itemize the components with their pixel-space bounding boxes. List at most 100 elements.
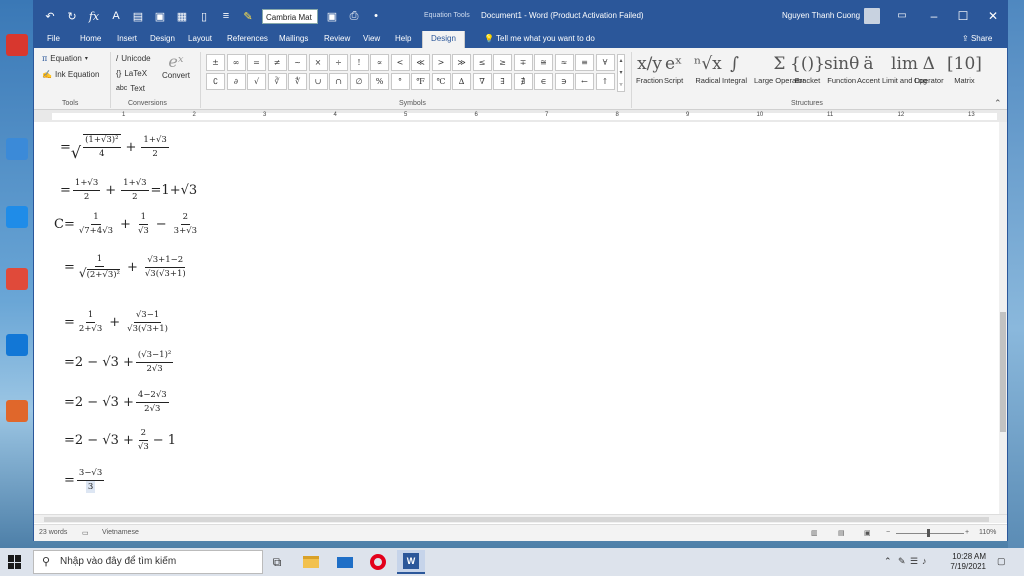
print-preview-icon[interactable]: ⎙ xyxy=(346,8,362,24)
tab-file[interactable]: File xyxy=(47,34,60,43)
symbol-button[interactable]: ± xyxy=(206,54,225,71)
symbol-button[interactable]: ≡ xyxy=(575,54,594,71)
horizontal-scrollbar[interactable] xyxy=(34,514,1007,523)
structure-integral-button[interactable]: ∫ Integral xyxy=(722,52,747,86)
symbol-button[interactable]: ℉ xyxy=(411,73,430,90)
close-button[interactable]: ✕ xyxy=(983,6,1003,26)
symbol-button[interactable]: ∜ xyxy=(288,73,307,90)
zoom-slider-thumb[interactable] xyxy=(927,529,930,537)
zoom-slider[interactable] xyxy=(896,533,964,534)
equation-line-3[interactable]: C= 1 √7+4√3 + 1 √3 − 2 3+√3 xyxy=(54,212,201,237)
symbol-button[interactable]: ÷ xyxy=(329,54,348,71)
network-icon[interactable]: ☰ xyxy=(910,556,918,567)
zoom-level[interactable]: 110% xyxy=(979,529,996,536)
symbol-button[interactable]: ≪ xyxy=(411,54,430,71)
equation-line-2[interactable]: = 1+√3 2 + 1+√3 2 =1+√3 xyxy=(60,178,197,203)
ribbon-display-icon[interactable]: ▭ xyxy=(892,6,912,26)
symbol-button[interactable]: ∁ xyxy=(206,73,225,90)
symbol-button[interactable]: ∈ xyxy=(534,73,553,90)
symbol-button[interactable]: ≅ xyxy=(534,54,553,71)
opera-icon[interactable] xyxy=(364,550,392,574)
align-icon[interactable]: ≡ xyxy=(218,8,234,24)
pen-icon[interactable]: ✎ xyxy=(898,556,906,567)
collapse-ribbon-icon[interactable]: ⌃ xyxy=(994,98,1002,109)
symbol-button[interactable]: ↑ xyxy=(595,73,615,90)
convert-button[interactable]: eˣ Convert xyxy=(162,52,190,80)
save-icon-2[interactable]: ▣ xyxy=(324,8,340,24)
symbol-button[interactable]: ∄ xyxy=(513,73,533,90)
symbol-button[interactable]: √ xyxy=(247,73,266,90)
equation-line-5[interactable]: = 1 2+√3 + √3−1 √3(√3+1) xyxy=(64,310,172,335)
desktop-icon-chrome[interactable] xyxy=(6,138,28,160)
equation-line-8[interactable]: =2 − √3 + 2 √3 − 1 xyxy=(64,428,176,453)
print-layout-icon[interactable]: ▤ xyxy=(838,529,845,537)
symbol-button[interactable]: ≠ xyxy=(267,54,287,71)
structure-fraction-button[interactable]: x/y Fraction xyxy=(636,52,663,86)
symbol-button[interactable]: ∛ xyxy=(267,73,287,90)
structure-accent-button[interactable]: ä Accent xyxy=(857,52,880,86)
symbol-button[interactable]: × xyxy=(308,54,328,71)
structure-matrix-button[interactable]: [10] Matrix xyxy=(947,52,982,86)
gallery-more-button[interactable]: ▴ ▾ ▿ xyxy=(617,54,625,92)
task-view-icon[interactable]: ⧉ xyxy=(263,550,291,574)
tab-view[interactable]: View xyxy=(363,34,380,43)
symbol-button[interactable]: ℃ xyxy=(431,73,451,90)
read-mode-icon[interactable]: ▥ xyxy=(811,529,818,537)
equation-line-4[interactable]: = 1 √(2+√3)² + √3+1−2 √3(√3+1) xyxy=(64,254,190,281)
symbol-button[interactable]: ≤ xyxy=(472,54,492,71)
tab-layout[interactable]: Layout xyxy=(188,34,212,43)
desktop-icon-app-2[interactable] xyxy=(6,400,28,422)
structure-bracket-button[interactable]: {()} Bracket xyxy=(790,52,825,86)
font-name-box[interactable]: Cambria Mat xyxy=(262,8,318,24)
horizontal-scroll-thumb[interactable] xyxy=(44,517,989,522)
latex-option[interactable]: {} LaTeX xyxy=(116,69,147,78)
symbol-button[interactable]: ≫ xyxy=(452,54,471,71)
taskbar-search-input[interactable]: ⚲ Nhập vào đây để tìm kiếm xyxy=(33,550,263,574)
tab-references[interactable]: References xyxy=(227,34,268,43)
tab-design[interactable]: Design xyxy=(150,34,175,43)
mail-icon[interactable] xyxy=(331,550,359,574)
volume-icon[interactable]: ♪ xyxy=(922,556,927,566)
minimize-button[interactable]: – xyxy=(924,6,944,26)
equation-line-6[interactable]: =2 − √3 + (√3−1)² 2√3 xyxy=(64,350,175,375)
document-page[interactable]: = √ (1+√3)² 4 + 1+√3 2 = 1+√3 2 + 1+√3 2 =1+… xyxy=(34,122,999,514)
symbol-button[interactable]: ∅ xyxy=(349,73,369,90)
symbol-button[interactable]: ° xyxy=(390,73,410,90)
text-option[interactable]: abc Text xyxy=(116,84,145,93)
tab-insert[interactable]: Insert xyxy=(117,34,137,43)
new-doc-icon[interactable]: ▤ xyxy=(130,8,146,24)
symbol-button[interactable]: ! xyxy=(349,54,369,71)
word-taskbar-icon[interactable]: W xyxy=(397,550,425,574)
tab-equation-design[interactable]: Design xyxy=(422,31,465,48)
user-name[interactable]: Nguyen Thanh Cuong xyxy=(782,11,860,20)
symbol-button[interactable]: % xyxy=(370,73,389,90)
symbol-button[interactable]: ∩ xyxy=(329,73,348,90)
windows-start-icon[interactable] xyxy=(8,555,22,569)
symbol-button[interactable]: > xyxy=(431,54,451,71)
tab-home[interactable]: Home xyxy=(80,34,101,43)
structure-operator-button[interactable]: Δ Operator xyxy=(914,52,944,86)
tray-chevron-icon[interactable]: ⌃ xyxy=(884,556,892,567)
redo-icon[interactable]: ↻ xyxy=(64,8,80,24)
unicode-option[interactable]: / Unicode xyxy=(116,54,151,63)
desktop-icon-app[interactable] xyxy=(6,268,28,290)
highlight-icon[interactable]: ✎ xyxy=(240,8,256,24)
symbol-button[interactable]: = xyxy=(247,54,266,71)
equation-line-9[interactable]: = 3−√3 3 xyxy=(64,468,106,493)
structure-radical-button[interactable]: ⁿ√x Radical xyxy=(694,52,722,86)
symbol-button[interactable]: ∀ xyxy=(595,54,615,71)
symbol-button[interactable]: ← xyxy=(575,73,594,90)
desktop-icon-zalo-2[interactable] xyxy=(6,334,28,356)
tab-help[interactable]: Help xyxy=(395,34,411,43)
symbol-button[interactable]: ∝ xyxy=(370,54,389,71)
undo-icon[interactable]: ↶ xyxy=(42,8,58,24)
tell-me-search[interactable]: 💡 Tell me what you want to do xyxy=(484,34,595,43)
desktop-icon-opera[interactable] xyxy=(6,34,28,56)
table-icon[interactable]: ▦ xyxy=(174,8,190,24)
symbol-button[interactable]: ∂ xyxy=(226,73,246,90)
symbol-button[interactable]: < xyxy=(390,54,410,71)
web-layout-icon[interactable]: ▣ xyxy=(864,529,871,537)
format-painter-icon[interactable]: A xyxy=(108,8,124,24)
symbol-button[interactable]: ≥ xyxy=(493,54,512,71)
file-explorer-icon[interactable] xyxy=(297,550,325,574)
